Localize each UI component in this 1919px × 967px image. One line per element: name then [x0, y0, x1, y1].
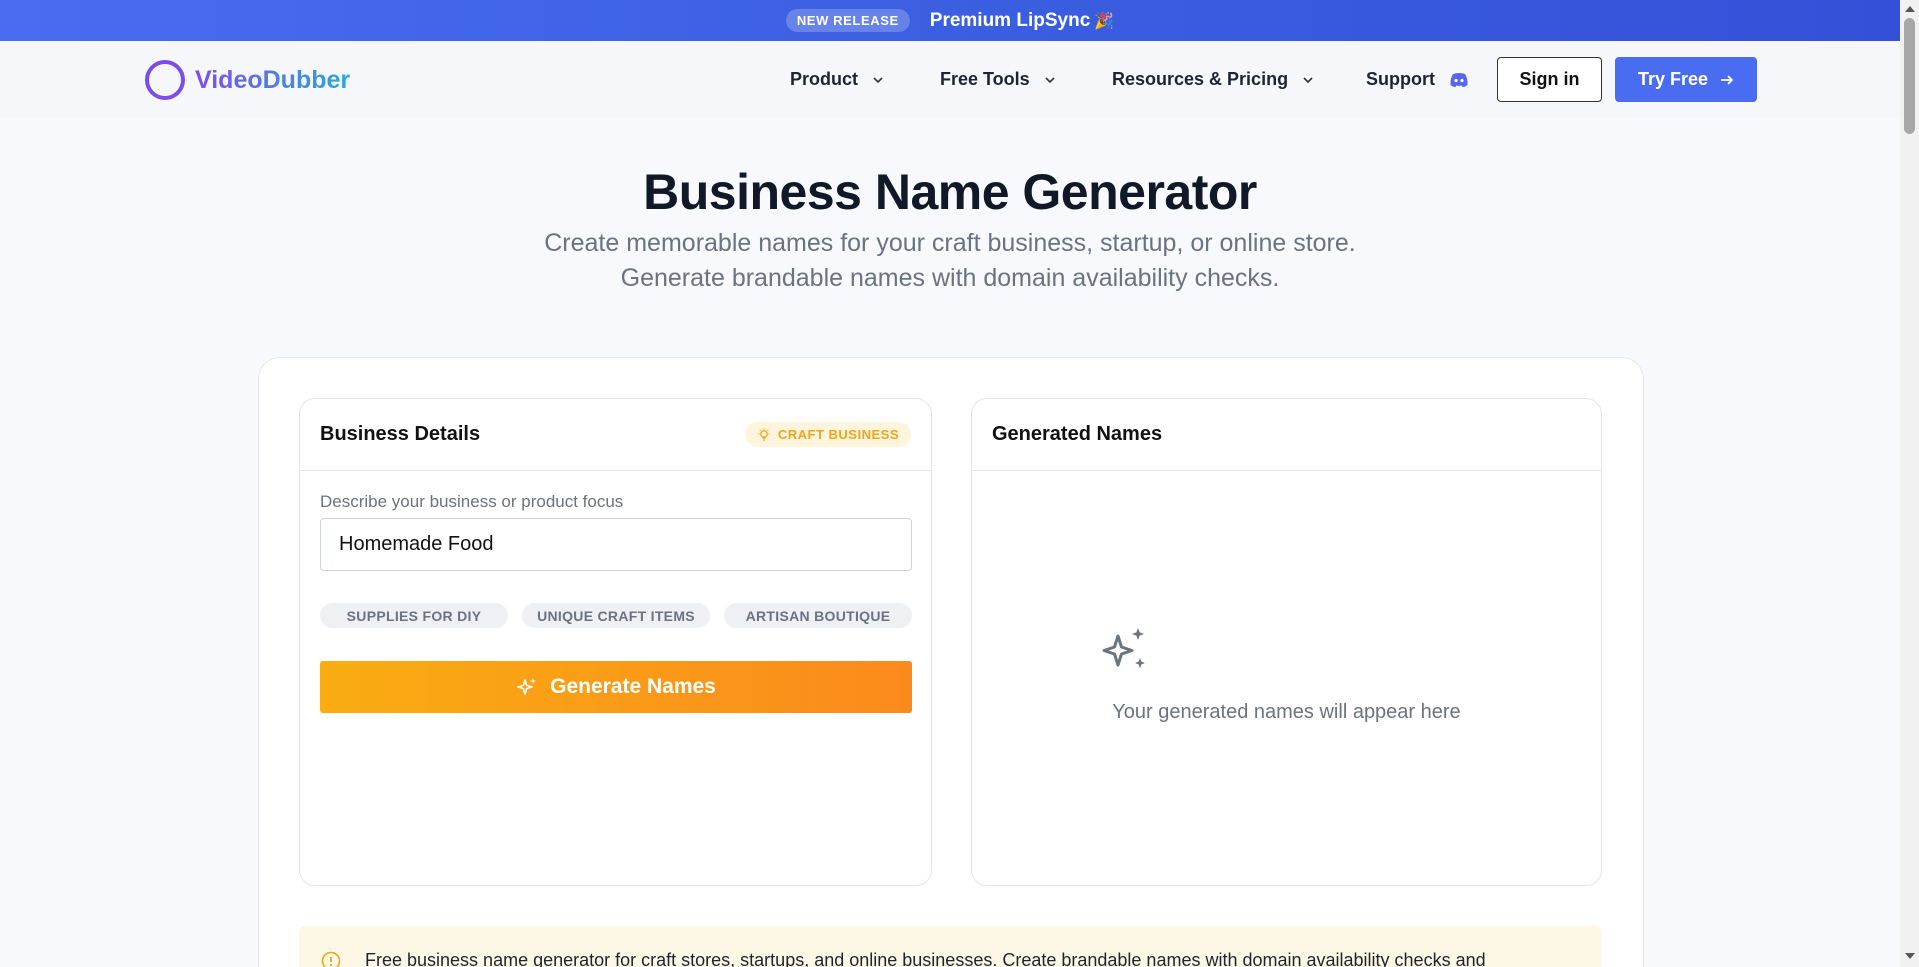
scroll-down-arrow-icon[interactable]	[1905, 953, 1915, 959]
try-free-button[interactable]: Try Free	[1615, 57, 1757, 102]
lightbulb-icon	[758, 428, 770, 441]
sign-in-button[interactable]: Sign in	[1497, 57, 1602, 102]
business-details-title: Business Details	[320, 423, 481, 445]
page-scrollbar[interactable]	[1900, 0, 1919, 967]
page-subtitle: Create memorable names for your craft bu…	[544, 229, 1356, 292]
site-header: VideoDubber Product Free Tools Resources…	[0, 41, 1900, 118]
logo-ring-icon	[145, 60, 185, 100]
arrow-right-icon	[1721, 74, 1734, 85]
sparkles-icon	[517, 678, 537, 695]
generated-names-header: Generated Names	[972, 399, 1601, 471]
nav-resources-label: Resources & Pricing	[1112, 69, 1289, 89]
logo-text: VideoDubber	[195, 65, 351, 94]
empty-state: Your generated names will appear here	[972, 471, 1601, 885]
nav-support-label: Support	[1366, 69, 1435, 89]
scroll-thumb[interactable]	[1904, 18, 1915, 134]
chevron-down-icon	[1045, 76, 1055, 83]
chip-artisan-boutique[interactable]: ARTISAN BOUTIQUE	[724, 603, 912, 628]
chip-supplies-for-diy[interactable]: SUPPLIES FOR DIY	[320, 603, 508, 628]
business-focus-label: Describe your business or product focus	[320, 492, 624, 511]
scroll-up-arrow-icon[interactable]	[1905, 6, 1915, 12]
craft-business-label: CRAFT BUSINESS	[777, 427, 899, 442]
announcement-message[interactable]: Premium LipSync 🎉	[930, 10, 1114, 32]
info-notice-text: Free business name generator for craft s…	[365, 950, 1486, 967]
empty-state-text: Your generated names will appear here	[1112, 701, 1461, 723]
nav-free-tools[interactable]: Free Tools	[940, 69, 1056, 90]
new-release-badge: NEW RELEASE	[785, 9, 910, 32]
nav-support[interactable]: Support	[1366, 69, 1469, 90]
nav-product-label: Product	[790, 69, 859, 89]
nav-product[interactable]: Product	[790, 69, 884, 90]
chip-unique-craft-items[interactable]: UNIQUE CRAFT ITEMS	[522, 603, 710, 628]
info-notice: Free business name generator for craft s…	[299, 926, 1602, 967]
sparkles-icon	[1102, 628, 1145, 668]
party-popper-icon: 🎉	[1094, 12, 1115, 30]
business-details-header: Business Details CRAFT BUSINESS	[300, 399, 931, 471]
generate-names-button[interactable]: Generate Names	[320, 661, 912, 713]
logo[interactable]: VideoDubber	[145, 60, 350, 100]
discord-icon	[1450, 72, 1468, 87]
craft-business-badge: CRAFT BUSINESS	[744, 422, 911, 447]
page-title: Business Name Generator	[643, 164, 1257, 220]
generate-names-label: Generate Names	[550, 675, 716, 698]
nav-resources-pricing[interactable]: Resources & Pricing	[1112, 69, 1314, 90]
generated-names-title: Generated Names	[992, 423, 1163, 445]
chevron-down-icon	[1303, 76, 1313, 83]
try-free-label: Try Free	[1637, 69, 1709, 89]
suggestion-chips: SUPPLIES FOR DIY UNIQUE CRAFT ITEMS ARTI…	[320, 603, 912, 628]
business-details-panel: Business Details CRAFT BUSINESS Describe…	[299, 398, 932, 886]
chevron-down-icon	[873, 76, 883, 83]
announcement-bar[interactable]: NEW RELEASE Premium LipSync 🎉	[0, 0, 1900, 41]
info-icon	[321, 951, 341, 967]
generated-names-panel: Generated Names Your generated names wil…	[971, 398, 1602, 886]
business-focus-input[interactable]	[320, 518, 912, 571]
nav-free-tools-label: Free Tools	[940, 69, 1030, 89]
